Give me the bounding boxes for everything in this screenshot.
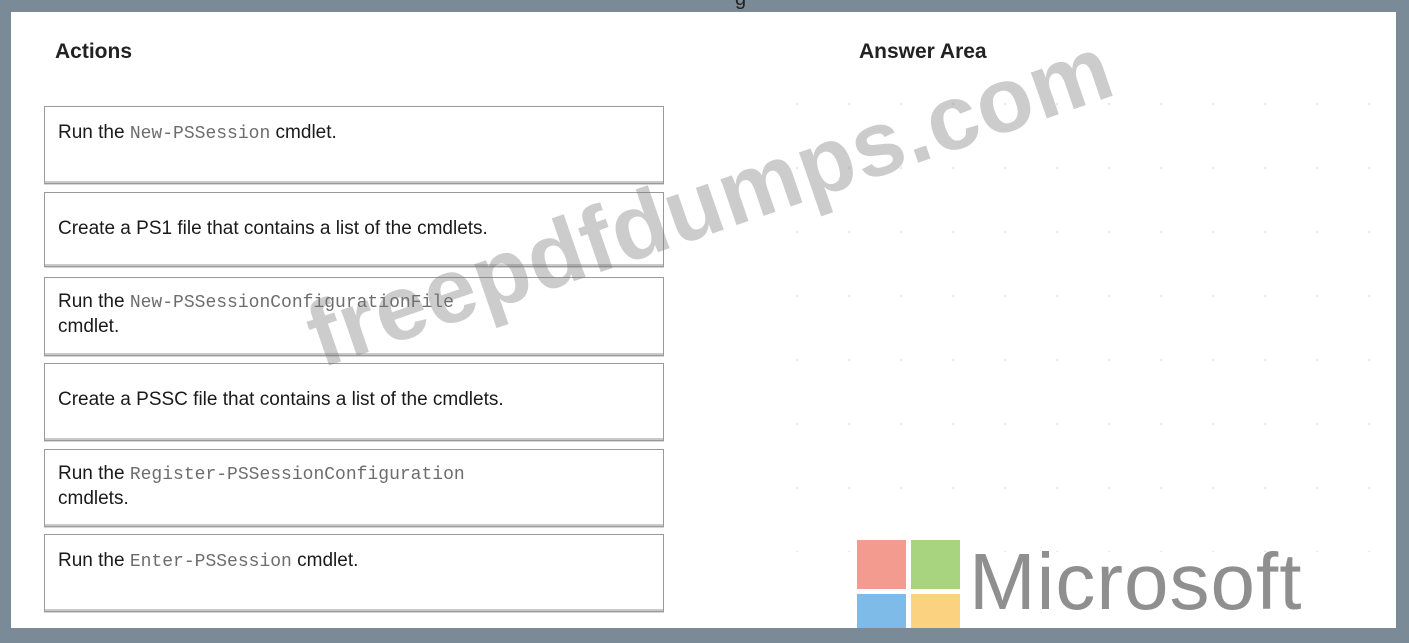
- answer-area-dropzone[interactable]: [771, 72, 1391, 552]
- action-text: cmdlet.: [58, 316, 120, 337]
- actions-heading: Actions: [55, 40, 133, 63]
- microsoft-wordmark: Microsoft: [969, 537, 1303, 626]
- microsoft-logo-icon: [857, 540, 961, 628]
- top-frame: g: [0, 0, 1409, 12]
- top-text-fragment: g: [735, 0, 746, 11]
- action-code: Enter-PSSession: [129, 552, 292, 572]
- action-item-new-pssession[interactable]: Run the New-PSSession cmdlet.: [44, 106, 664, 184]
- action-text: Create a PS1 file that contains a list o…: [58, 218, 488, 239]
- action-item-register-pssessionconfiguration[interactable]: Run the Register-PSSessionConfiguration …: [44, 449, 664, 527]
- answer-area-heading: Answer Area: [859, 40, 987, 63]
- question-panel: Actions Answer Area Run the New-PSSessio…: [11, 12, 1396, 628]
- action-text: Run the: [58, 463, 130, 484]
- action-text: cmdlet.: [270, 122, 337, 143]
- action-code: New-PSSession: [129, 124, 271, 144]
- action-item-new-pssessionconfigurationfile[interactable]: Run the New-PSSessionConfigurationFile c…: [44, 277, 664, 356]
- logo-blue-square: [857, 594, 906, 628]
- action-item-create-pssc[interactable]: Create a PSSC file that contains a list …: [44, 363, 664, 441]
- action-item-create-ps1[interactable]: Create a PS1 file that contains a list o…: [44, 192, 664, 267]
- logo-red-square: [857, 540, 906, 589]
- action-text: cmdlet.: [291, 550, 359, 571]
- action-text: Run the: [58, 291, 130, 312]
- action-text: Create a PSSC file that contains a list …: [58, 389, 504, 410]
- action-item-enter-pssession[interactable]: Run the Enter-PSSession cmdlet.: [44, 534, 664, 612]
- action-text: Run the: [58, 550, 130, 571]
- action-text: Run the: [58, 122, 130, 143]
- logo-green-square: [911, 540, 960, 589]
- action-text: cmdlets.: [58, 488, 129, 509]
- action-code: New-PSSessionConfigurationFile: [129, 293, 454, 313]
- action-code: Register-PSSessionConfiguration: [129, 465, 465, 485]
- logo-yellow-square: [911, 594, 960, 628]
